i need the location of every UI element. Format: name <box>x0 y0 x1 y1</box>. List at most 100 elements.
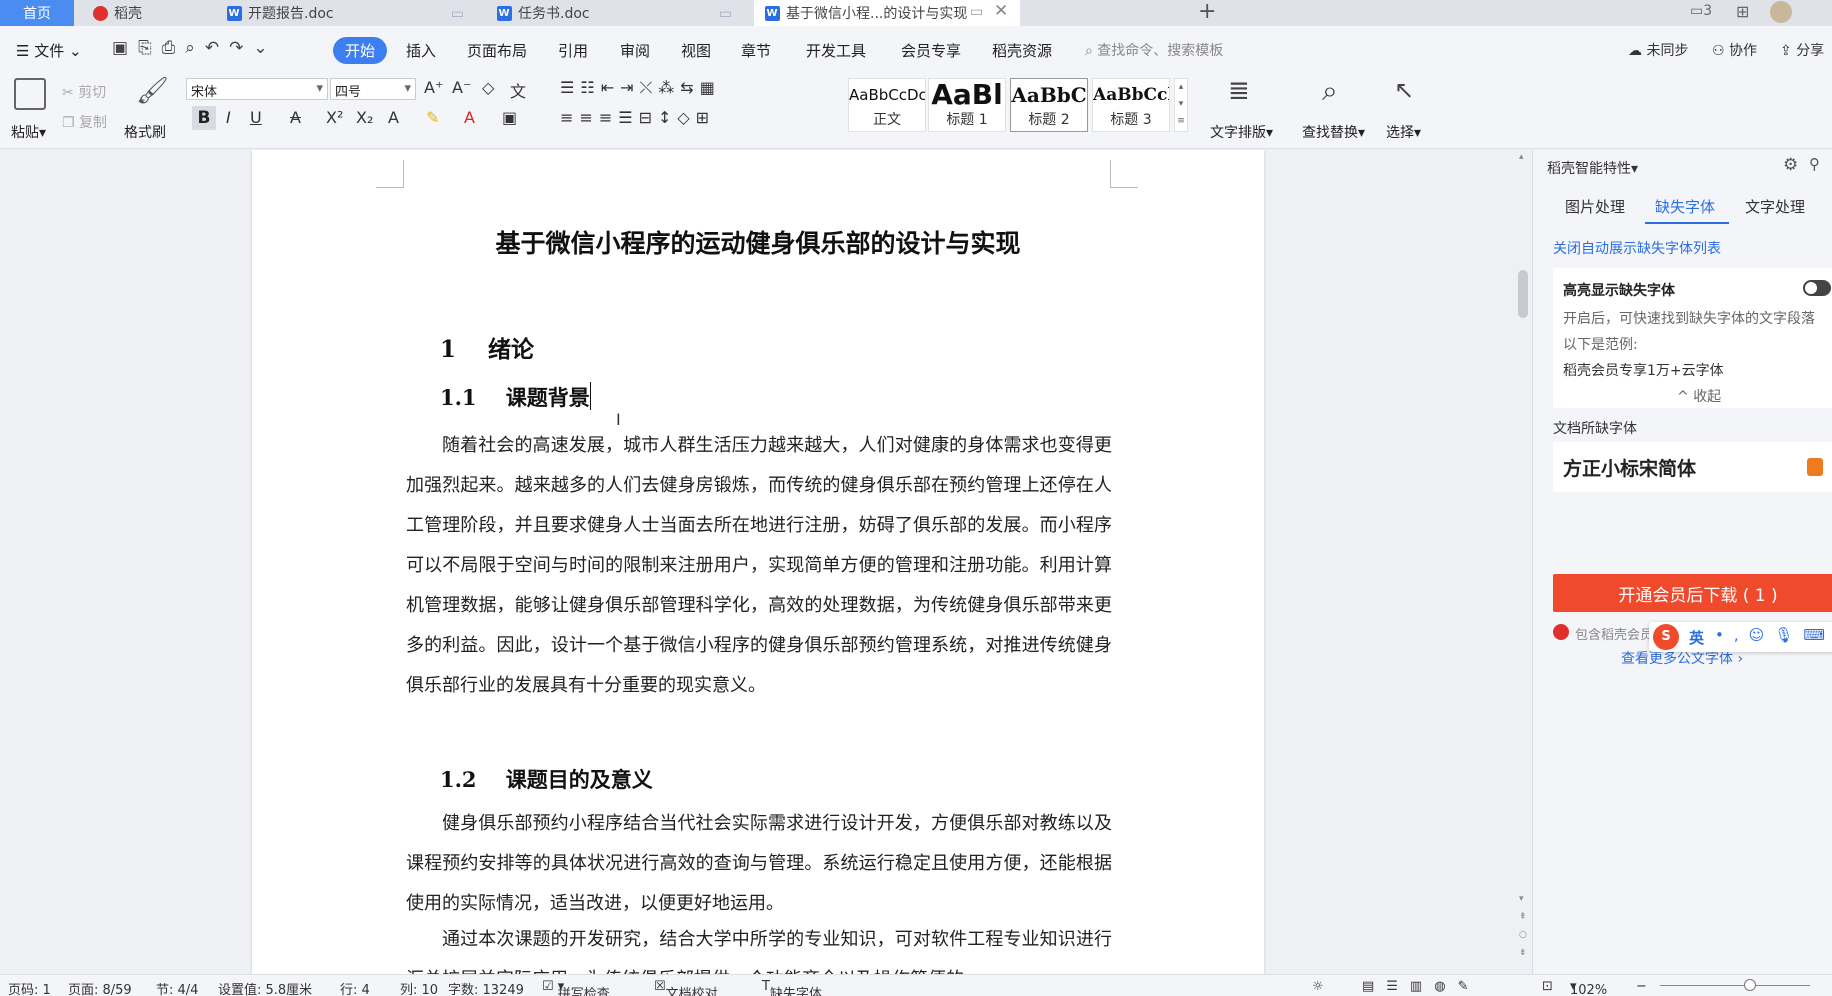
menu-tab-chapter[interactable]: 章节 <box>741 40 771 61</box>
file-menu[interactable]: ☰ 文件 ⌄ <box>16 40 82 61</box>
paragraph-tools-top[interactable]: ☰☷⇤⇥⤬⁂⇆▦ <box>560 78 721 98</box>
eye-protection-icon[interactable]: ☼ <box>1312 979 1324 994</box>
missing-font-status[interactable]: T 缺失字体 <box>762 979 822 996</box>
paragraph-purpose[interactable]: 健身俱乐部预约小程序结合当代社会实际需求进行设计开发，方便俱乐部对教练以及课程预… <box>406 804 1112 924</box>
tab-task-doc[interactable]: W 任务书.doc ▭ <box>486 0 744 26</box>
new-tab-button[interactable]: + <box>1198 0 1216 24</box>
collapse-button[interactable]: ^ 收起 <box>1677 386 1721 406</box>
window-layout-icon[interactable]: ▭3 <box>1690 3 1712 19</box>
italic-button[interactable]: I <box>226 108 231 127</box>
heading-1-1[interactable]: 1.1 课题背景 <box>440 382 590 412</box>
copy-button[interactable]: ❐ 复制 <box>62 112 107 132</box>
document-page[interactable]: 基于微信小程序的运动健身俱乐部的设计与实现 1 绪论 1.1 课题背景 I 随着… <box>252 150 1264 974</box>
heading-1[interactable]: 1 绪论 <box>440 330 534 364</box>
font-name-select[interactable]: 宋体 ▾ <box>186 78 328 100</box>
underline-button[interactable]: U <box>250 108 262 127</box>
print-preview-icon[interactable]: ⌕ <box>185 38 205 58</box>
zoom-slider-handle[interactable] <box>1744 979 1756 991</box>
view-mode-icons[interactable]: ▤☰▥◍✎ <box>1362 979 1480 994</box>
style-heading-3[interactable]: AaBbCcl 标题 3 <box>1092 78 1170 132</box>
document-canvas[interactable]: 基于微信小程序的运动健身俱乐部的设计与实现 1 绪论 1.1 课题背景 I 随着… <box>0 150 1514 974</box>
highlight-toggle[interactable] <box>1803 280 1831 296</box>
menu-tab-layout[interactable]: 页面布局 <box>467 40 527 61</box>
decrease-font-icon[interactable]: A⁻ <box>452 78 471 97</box>
spell-check-toggle[interactable]: ☑ 拼写检查 ▾ <box>542 979 610 996</box>
increase-font-icon[interactable]: A⁺ <box>424 78 443 97</box>
font-size-select[interactable]: 四号 ▾ <box>330 78 416 100</box>
menu-tab-insert[interactable]: 插入 <box>406 40 436 61</box>
print-icon[interactable]: ⎙ <box>162 38 186 58</box>
format-painter-icon[interactable]: 🖌 <box>136 76 169 106</box>
style-gallery-scroll[interactable]: ▴ ▾ ≡ <box>1174 78 1188 132</box>
grid-apps-icon[interactable]: ⊞ <box>1736 2 1749 21</box>
fit-page-icon[interactable]: ⊡ <box>1542 979 1553 994</box>
clear-format-icon[interactable]: ◇ <box>482 78 494 97</box>
phonetic-icon[interactable]: 文 <box>510 78 526 102</box>
redo-icon[interactable]: ↷ <box>229 38 253 58</box>
paragraph-tools-bottom[interactable]: ≡≡≡☰⊟↕◇⊞ <box>560 108 715 127</box>
menu-tab-docer-resources[interactable]: 稻壳资源 <box>992 40 1052 61</box>
side-tab-image[interactable]: 图片处理 <box>1565 196 1625 217</box>
punctuation-icon[interactable]: •, <box>1715 626 1749 644</box>
paragraph-research[interactable]: 通过本次课题的开发研究，结合大学中所学的专业知识，可对软件工程专业知识进行汇总扩… <box>406 920 1112 974</box>
page-nav-buttons[interactable]: ▾ ⇞ ○ ⇟ <box>1519 890 1527 962</box>
ime-lang[interactable]: 英 <box>1689 627 1704 648</box>
zoom-out-button[interactable]: − <box>1636 979 1647 994</box>
font-color-icon[interactable]: A <box>464 108 475 127</box>
highlight-icon[interactable]: ✎ <box>426 108 439 127</box>
sync-status[interactable]: ☁ 未同步 <box>1628 40 1688 60</box>
format-painter-button[interactable]: 格式刷 <box>124 122 166 142</box>
status-wordcount[interactable]: 字数: 13249 <box>448 979 524 996</box>
tab-docer[interactable]: 稻壳 <box>82 0 210 26</box>
menu-tab-references[interactable]: 引用 <box>558 40 588 61</box>
text-effect-icon[interactable]: A <box>388 108 399 127</box>
document-title[interactable]: 基于微信小程序的运动健身俱乐部的设计与实现 <box>252 224 1264 260</box>
find-replace-icon[interactable]: ⌕ <box>1322 74 1338 108</box>
find-replace-button[interactable]: 查找替换▾ <box>1302 122 1365 142</box>
style-normal[interactable]: AaBbCcDc 正文 <box>848 78 926 132</box>
pin-icon[interactable]: ⚲ <box>1809 155 1820 173</box>
doc-proof-button[interactable]: ☒ 文档校对 <box>654 979 718 996</box>
scroll-thumb[interactable] <box>1518 270 1528 318</box>
keyboard-icon[interactable]: ⌨ <box>1803 626 1832 644</box>
emoji-icon[interactable]: ☺ <box>1749 626 1775 644</box>
close-auto-show-link[interactable]: 关闭自动展示缺失字体列表 <box>1553 238 1721 258</box>
download-font-button[interactable]: 开通会员后下载 ( 1 ) <box>1553 574 1832 612</box>
subscript-button[interactable]: X₂ <box>356 108 373 127</box>
menu-tab-review[interactable]: 审阅 <box>620 40 650 61</box>
menu-tab-view[interactable]: 视图 <box>681 40 711 61</box>
text-layout-icon[interactable]: ≣ <box>1228 76 1250 106</box>
scroll-up-icon[interactable]: ▴ <box>1519 152 1524 162</box>
char-border-icon[interactable]: ▣ <box>502 108 517 127</box>
style-heading-2[interactable]: AaBbC 标题 2 <box>1010 78 1088 132</box>
save-icon[interactable]: ▣ <box>112 38 138 58</box>
status-page-code[interactable]: 页码: 1 <box>8 979 51 996</box>
export-icon[interactable]: ⎘ <box>138 38 162 58</box>
bold-button[interactable]: B <box>192 106 216 130</box>
tab-proposal-doc[interactable]: W 开题报告.doc ▭ <box>216 0 476 26</box>
missing-font-card[interactable]: 方正小标宋简体 <box>1553 442 1832 492</box>
menu-tab-home[interactable]: 开始 <box>333 37 388 64</box>
superscript-button[interactable]: X² <box>326 108 343 127</box>
close-tab-icon[interactable]: ✕ <box>994 1 1008 21</box>
select-cursor-icon[interactable]: ↖ <box>1394 76 1414 104</box>
share-button[interactable]: ⇪ 分享 <box>1780 40 1824 60</box>
heading-1-2[interactable]: 1.2 课题目的及意义 <box>440 764 653 794</box>
paragraph-background[interactable]: 随着社会的高速发展，城市人群生活压力越来越大，人们对健康的身体需求也变得更加强烈… <box>406 426 1112 706</box>
vertical-scrollbar[interactable]: ▴ ▾ ⇞ ○ ⇟ <box>1514 150 1532 974</box>
undo-icon[interactable]: ↶ <box>205 38 229 58</box>
microphone-icon[interactable]: 🎙 <box>1774 626 1803 644</box>
zoom-level[interactable]: 102% ▾ <box>1570 979 1607 996</box>
menu-tab-developer[interactable]: 开发工具 <box>806 40 866 61</box>
command-search[interactable]: ⌕ 查找命令、搜索模板 <box>1085 40 1223 60</box>
ime-tools[interactable]: •,☺🎙⌨ <box>1715 626 1832 644</box>
avatar[interactable] <box>1770 1 1792 23</box>
strikethrough-button[interactable]: A <box>290 108 301 127</box>
menu-tab-member[interactable]: 会员专享 <box>901 40 961 61</box>
sogou-icon[interactable]: S <box>1653 624 1679 650</box>
select-button[interactable]: 选择▾ <box>1386 122 1421 142</box>
more-chevron-icon[interactable]: ⌄ <box>253 38 277 58</box>
side-panel-title[interactable]: 稻壳智能特性▾ <box>1547 158 1638 178</box>
cut-button[interactable]: ✂ 剪切 <box>62 82 106 102</box>
side-tab-text[interactable]: 文字处理 <box>1745 196 1805 217</box>
